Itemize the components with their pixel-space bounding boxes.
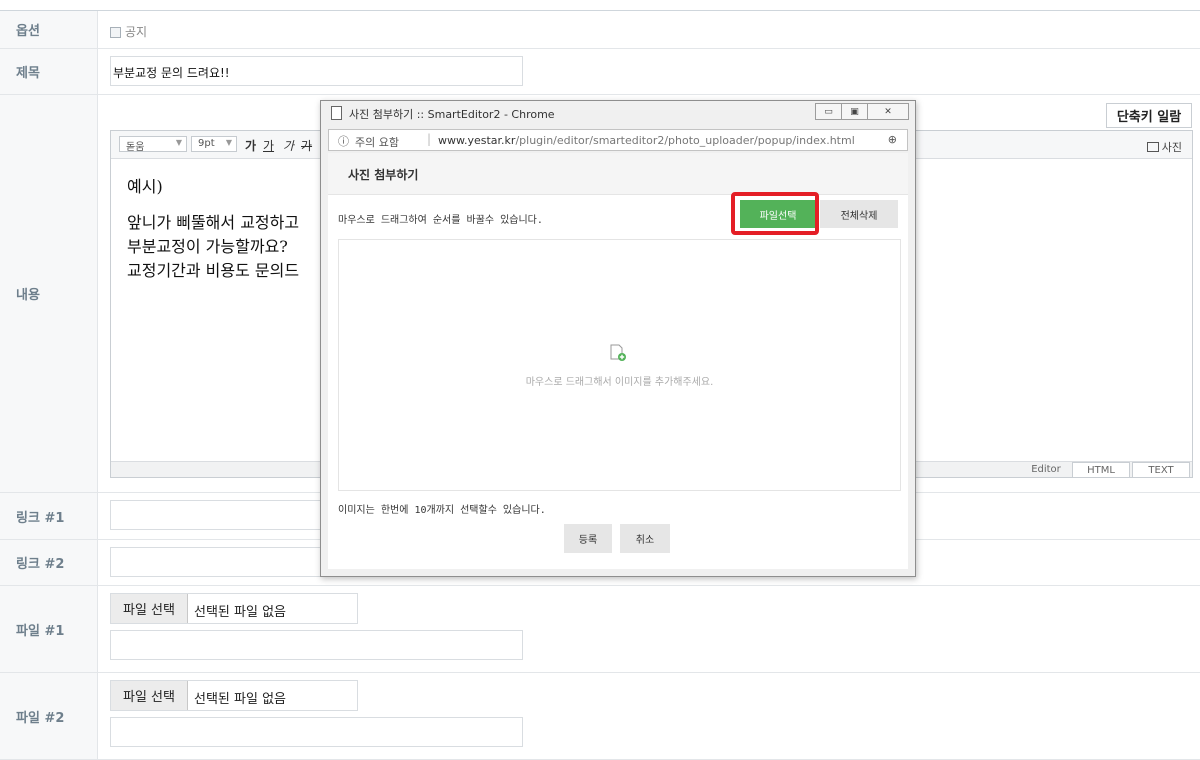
photo-tool-label: 사진 [1161, 141, 1182, 154]
title-input[interactable]: 부분교정 문의 드려요!! [110, 56, 523, 86]
italic-button[interactable]: 가 [283, 137, 294, 154]
row-option: 옵션 공지 [0, 11, 1200, 49]
notice-checkbox[interactable]: 공지 [110, 23, 147, 40]
editor-line: 부분교정이 가능할까요? [127, 237, 288, 256]
file1-picker[interactable]: 파일 선택 선택된 파일 없음 [110, 593, 358, 624]
cancel-button[interactable]: 취소 [620, 524, 670, 553]
tab-text[interactable]: TEXT [1132, 462, 1190, 477]
shortcut-list-button[interactable]: 단축키 일람 [1106, 103, 1192, 128]
strike-button[interactable]: 가 [301, 137, 312, 154]
file1-desc-input[interactable] [110, 630, 523, 660]
document-icon [331, 106, 342, 120]
font-size-select[interactable]: 9pt ▼ [191, 136, 237, 152]
delete-all-button[interactable]: 전체삭제 [820, 200, 898, 228]
file1-status: 선택된 파일 없음 [194, 605, 286, 620]
notice-label: 공지 [125, 25, 148, 39]
chevron-down-icon: ▼ [175, 138, 182, 147]
url-host: www.yestar.kr [438, 134, 516, 147]
font-size-value: 9pt [198, 138, 215, 149]
popup-header: 사진 첨부하기 [328, 153, 908, 195]
file2-select-button[interactable]: 파일 선택 [111, 681, 188, 710]
chevron-down-icon: ▼ [225, 138, 232, 147]
file2-label: 파일 #2 [0, 673, 98, 759]
url-path: /plugin/editor/smarteditor2/photo_upload… [515, 134, 855, 147]
underline-button[interactable]: 가 [263, 137, 274, 154]
row-file1: 파일 #1 파일 선택 선택된 파일 없음 [0, 586, 1200, 673]
photo-icon [1146, 142, 1159, 152]
limit-note: 이미지는 한번에 10개까지 선택할수 있습니다. [338, 505, 546, 516]
annotation-highlight-box [731, 192, 819, 235]
tab-editor[interactable]: Editor [1020, 462, 1072, 477]
editor-line: 앞니가 삐뚤해서 교정하고 [127, 213, 300, 232]
divider: | [427, 132, 432, 146]
file2-desc-input[interactable] [110, 717, 523, 747]
editor-content[interactable]: 예시) 앞니가 삐뚤해서 교정하고 부분교정이 가능할까요? 교정기간과 비용도… [127, 175, 299, 283]
reorder-instruction: 마우스로 드래그하여 순서를 바꿀수 있습니다. [338, 215, 543, 226]
window-controls: ▭ ▣ ✕ [815, 103, 909, 120]
editor-line: 교정기간과 비용도 문의드 [127, 261, 300, 280]
bold-button[interactable]: 가 [245, 137, 256, 154]
font-family-select[interactable]: 돋움 ▼ [119, 136, 187, 153]
editor-line: 예시) [127, 177, 163, 196]
link1-label: 링크 #1 [0, 493, 98, 539]
address-bar[interactable]: ⓘ 주의 요함 | www.yestar.kr/plugin/editor/sm… [328, 129, 908, 151]
title-label: 제목 [0, 49, 98, 94]
security-status: 주의 요함 [355, 136, 399, 149]
file2-status: 선택된 파일 없음 [194, 692, 286, 707]
popup-titlebar[interactable]: 사진 첨부하기 :: SmartEditor2 - Chrome ▭ ▣ ✕ [321, 101, 915, 125]
maximize-icon[interactable]: ▣ [841, 103, 868, 120]
zoom-icon[interactable]: ⊕ [888, 133, 897, 146]
add-image-icon [610, 344, 626, 361]
checkbox-icon[interactable] [110, 27, 121, 38]
info-icon[interactable]: ⓘ [338, 133, 349, 149]
photo-tool-button[interactable]: 사진 [1146, 139, 1182, 155]
content-label: 내용 [0, 95, 98, 492]
register-button[interactable]: 등록 [564, 524, 612, 553]
file2-picker[interactable]: 파일 선택 선택된 파일 없음 [110, 680, 358, 711]
title-value: 부분교정 문의 드려요!! [113, 66, 230, 80]
drop-hint: 마우스로 드래그해서 이미지를 추가해주세요. [525, 377, 714, 388]
popup-content: 사진 첨부하기 마우스로 드래그하여 순서를 바꿀수 있습니다. 파일선택 전체… [328, 153, 908, 569]
row-title: 제목 부분교정 문의 드려요!! [0, 49, 1200, 95]
image-drop-area[interactable]: 마우스로 드래그해서 이미지를 추가해주세요. [338, 239, 901, 491]
tab-html[interactable]: HTML [1072, 462, 1130, 477]
file1-select-button[interactable]: 파일 선택 [111, 594, 188, 623]
link2-label: 링크 #2 [0, 540, 98, 585]
row-file2: 파일 #2 파일 선택 선택된 파일 없음 [0, 673, 1200, 760]
popup-window-title: 사진 첨부하기 :: SmartEditor2 - Chrome [349, 108, 555, 121]
minimize-icon[interactable]: ▭ [815, 103, 842, 120]
font-family-value: 돋움 [126, 142, 145, 153]
url-text: www.yestar.kr/plugin/editor/smarteditor2… [438, 134, 855, 147]
photo-upload-popup: 사진 첨부하기 :: SmartEditor2 - Chrome ▭ ▣ ✕ ⓘ… [320, 100, 916, 577]
close-icon[interactable]: ✕ [867, 103, 909, 120]
option-label: 옵션 [0, 11, 98, 48]
popup-header-title: 사진 첨부하기 [348, 168, 419, 182]
file1-label: 파일 #1 [0, 586, 98, 672]
